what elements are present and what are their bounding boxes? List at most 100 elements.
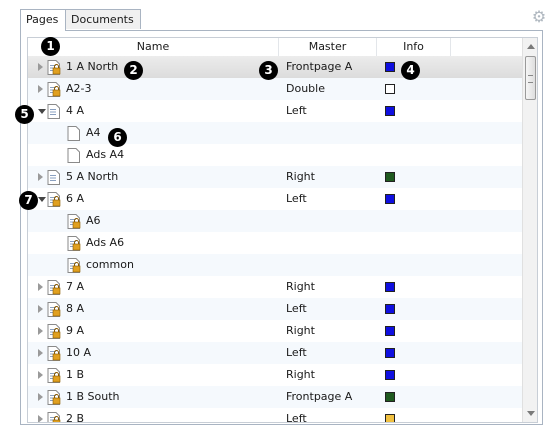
- row-name: 7 A: [66, 280, 85, 293]
- scroll-down-arrow-icon[interactable]: [527, 411, 535, 416]
- row-master: Frontpage A: [286, 390, 353, 403]
- column-header-name[interactable]: Name: [28, 38, 279, 56]
- row-name: 6 A: [66, 192, 85, 205]
- scroll-up-arrow-icon[interactable]: [527, 44, 535, 49]
- info-color-swatch: [385, 106, 395, 116]
- table-row[interactable]: 10 A Left: [28, 342, 522, 364]
- table-row[interactable]: 1 B Right: [28, 364, 522, 386]
- table-row[interactable]: 6 A Left: [28, 188, 522, 210]
- info-color-swatch: [385, 348, 395, 358]
- page-icon: [47, 170, 61, 185]
- row-name: 2 B: [66, 412, 85, 423]
- locked-page-icon: [47, 324, 61, 339]
- locked-page-icon: [47, 280, 61, 295]
- info-color-swatch: [385, 414, 395, 422]
- table-row[interactable]: common: [28, 254, 522, 276]
- row-master: Right: [286, 368, 315, 381]
- table-row[interactable]: A6: [28, 210, 522, 232]
- locked-page-icon: [67, 214, 81, 229]
- row-name: 8 A: [66, 302, 85, 315]
- row-name: Ads A4: [86, 148, 125, 161]
- row-name: 4 A: [66, 104, 85, 117]
- row-name: A6: [86, 214, 101, 227]
- table-row[interactable]: A4: [28, 122, 522, 144]
- locked-page-icon: [67, 258, 81, 273]
- info-color-swatch: [385, 84, 395, 94]
- row-master: Frontpage A: [286, 60, 353, 73]
- table-row[interactable]: 8 A Left: [28, 298, 522, 320]
- row-name: 9 A: [66, 324, 85, 337]
- callout-7: 7: [19, 191, 38, 210]
- info-color-swatch: [385, 392, 395, 402]
- locked-page-icon: [47, 60, 61, 75]
- table-row[interactable]: 4 A Left: [28, 100, 522, 122]
- collapsed-arrow-icon[interactable]: [38, 327, 43, 335]
- scroll-thumb[interactable]: [525, 56, 536, 100]
- tab-pages[interactable]: Pages: [20, 9, 66, 31]
- blank-page-icon: [67, 148, 81, 163]
- locked-page-icon: [47, 192, 61, 207]
- row-name: 1 B South: [66, 390, 120, 403]
- row-master: Right: [286, 324, 315, 337]
- info-color-swatch: [385, 62, 395, 72]
- callout-1: 1: [41, 37, 60, 56]
- locked-page-icon: [47, 302, 61, 317]
- collapsed-arrow-icon[interactable]: [38, 371, 43, 379]
- callout-3: 3: [259, 61, 278, 80]
- table-row[interactable]: A2-3 Double: [28, 78, 522, 100]
- table-row[interactable]: Ads A6: [28, 232, 522, 254]
- collapsed-arrow-icon[interactable]: [38, 63, 43, 71]
- callout-4: 4: [401, 61, 420, 80]
- column-header-row: Name Master Info: [28, 38, 522, 57]
- info-color-swatch: [385, 370, 395, 380]
- locked-page-icon: [47, 390, 61, 405]
- row-name: 5 A North: [66, 170, 119, 183]
- pages-tree-grid: Name Master Info 1 A North Frontpage A A2-…: [27, 37, 538, 423]
- table-row[interactable]: 5 A North Right: [28, 166, 522, 188]
- table-row[interactable]: 7 A Right: [28, 276, 522, 298]
- row-master: Right: [286, 280, 315, 293]
- collapsed-arrow-icon[interactable]: [38, 349, 43, 357]
- row-name: 1 A North: [66, 60, 119, 73]
- locked-page-icon: [47, 82, 61, 97]
- row-master: Left: [286, 192, 307, 205]
- vertical-scrollbar[interactable]: [522, 38, 537, 422]
- row-name: common: [86, 258, 134, 271]
- callout-6: 6: [108, 128, 127, 147]
- collapsed-arrow-icon[interactable]: [38, 415, 43, 422]
- table-row[interactable]: 1 B South Frontpage A: [28, 386, 522, 408]
- expanded-arrow-icon[interactable]: [38, 109, 46, 114]
- column-header-info[interactable]: Info: [377, 38, 451, 56]
- expanded-arrow-icon[interactable]: [38, 197, 46, 202]
- row-master: Left: [286, 346, 307, 359]
- table-row[interactable]: 2 B Left: [28, 408, 522, 423]
- locked-page-icon: [67, 236, 81, 251]
- row-master: Left: [286, 412, 307, 423]
- locked-page-icon: [47, 368, 61, 383]
- collapsed-arrow-icon[interactable]: [38, 305, 43, 313]
- locked-page-icon: [47, 346, 61, 361]
- row-master: Left: [286, 302, 307, 315]
- row-name: A2-3: [66, 82, 92, 95]
- collapsed-arrow-icon[interactable]: [38, 173, 43, 181]
- info-color-swatch: [385, 326, 395, 336]
- table-row[interactable]: Ads A4: [28, 144, 522, 166]
- callout-5: 5: [15, 105, 34, 124]
- row-name: Ads A6: [86, 236, 125, 249]
- tab-documents[interactable]: Documents: [65, 9, 141, 29]
- column-header-master[interactable]: Master: [279, 38, 377, 56]
- row-name: 1 B: [66, 368, 85, 381]
- pages-panel-frame: Name Master Info 1 A North Frontpage A A2-…: [20, 30, 543, 425]
- collapsed-arrow-icon[interactable]: [38, 85, 43, 93]
- collapsed-arrow-icon[interactable]: [38, 393, 43, 401]
- info-color-swatch: [385, 172, 395, 182]
- collapsed-arrow-icon[interactable]: [38, 283, 43, 291]
- page-icon: [47, 104, 61, 119]
- info-color-swatch: [385, 282, 395, 292]
- info-color-swatch: [385, 304, 395, 314]
- row-name: 10 A: [66, 346, 92, 359]
- table-row[interactable]: 9 A Right: [28, 320, 522, 342]
- gear-icon[interactable]: ⚙: [531, 9, 547, 25]
- row-master: Left: [286, 104, 307, 117]
- blank-page-icon: [67, 126, 81, 141]
